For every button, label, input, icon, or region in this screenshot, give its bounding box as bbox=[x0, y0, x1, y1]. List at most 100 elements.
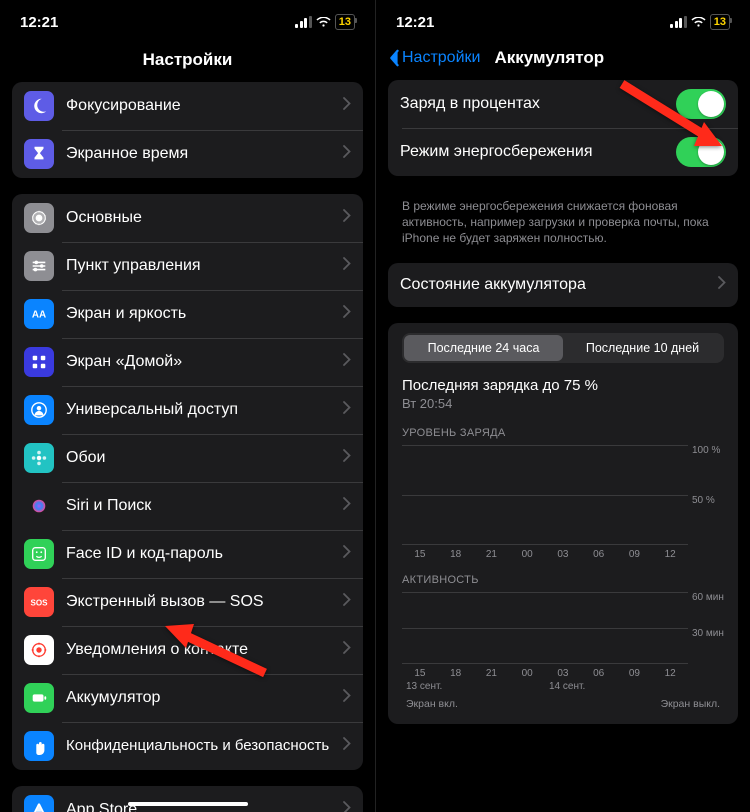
low-power-note: В режиме энергосбережения снижается фоно… bbox=[388, 192, 738, 263]
y-axis-labels: 100 %50 % bbox=[688, 445, 724, 545]
face-icon bbox=[24, 539, 54, 569]
settings-row-flower[interactable]: Обои bbox=[12, 434, 363, 482]
toggle-low-power-mode[interactable] bbox=[676, 137, 726, 167]
row-label: Основные bbox=[66, 208, 343, 228]
row-label: Конфиденциальность и безопасность bbox=[66, 737, 343, 756]
siri-icon bbox=[24, 491, 54, 521]
battery-icon: 13 bbox=[710, 14, 730, 30]
wifi-icon bbox=[691, 17, 706, 28]
settings-group-focus: Фокусирование Экранное время bbox=[12, 82, 363, 178]
settings-group-general: Основные Пункт управления AA Экран и яркост… bbox=[12, 194, 363, 770]
last-charge-time: Вт 20:54 bbox=[402, 396, 724, 411]
row-label: Уведомления о контакте bbox=[66, 640, 343, 660]
gear-icon bbox=[24, 203, 54, 233]
settings-row-face[interactable]: Face ID и код-пароль bbox=[12, 530, 363, 578]
battery-health-group: Состояние аккумулятора bbox=[388, 263, 738, 307]
settings-row-battery[interactable]: Аккумулятор bbox=[12, 674, 363, 722]
phone-battery: 12:21 13 Настройки Аккумулятор Заряд в п… bbox=[375, 0, 750, 812]
chevron-right-icon bbox=[343, 641, 351, 659]
chevron-right-icon bbox=[343, 801, 351, 812]
settings-row-moon[interactable]: Фокусирование bbox=[12, 82, 363, 130]
y-axis-labels: 60 мин30 мин bbox=[688, 592, 724, 664]
chevron-right-icon bbox=[343, 401, 351, 419]
settings-row-aa[interactable]: AA Экран и яркость bbox=[12, 290, 363, 338]
settings-row-person[interactable]: Универсальный доступ bbox=[12, 386, 363, 434]
x-axis-labels: 1518210003060912 bbox=[402, 549, 724, 560]
battery-icon bbox=[24, 683, 54, 713]
battery-icon: 13 bbox=[335, 14, 355, 30]
activity-legend: Экран вкл.Экран выкл. bbox=[402, 698, 724, 710]
moon-icon bbox=[24, 91, 54, 121]
row-label: Пункт управления bbox=[66, 256, 343, 276]
settings-row-siri[interactable]: Siri и Поиск bbox=[12, 482, 363, 530]
back-button[interactable]: Настройки bbox=[388, 49, 480, 67]
settings-row-gear[interactable]: Основные bbox=[12, 194, 363, 242]
status-icons: 13 bbox=[670, 14, 730, 30]
segment-control[interactable]: Последние 24 часа Последние 10 дней bbox=[402, 333, 724, 363]
flower-icon bbox=[24, 443, 54, 473]
settings-row-hand[interactable]: Конфиденциальность и безопасность bbox=[12, 722, 363, 770]
segment-24h[interactable]: Последние 24 часа bbox=[404, 335, 563, 361]
settings-row-sos[interactable]: SOS Экстренный вызов — SOS bbox=[12, 578, 363, 626]
chevron-right-icon bbox=[343, 145, 351, 163]
toggle-group: Заряд в процентах Режим энергосбережения bbox=[388, 80, 738, 176]
last-charge-headline: Последняя зарядка до 75 % bbox=[402, 377, 724, 394]
row-label: Аккумулятор bbox=[66, 688, 343, 708]
settings-row-exposure[interactable]: Уведомления о контакте bbox=[12, 626, 363, 674]
wifi-icon bbox=[316, 17, 331, 28]
x-axis-labels: 1518210003060912 bbox=[402, 668, 724, 679]
settings-list[interactable]: Фокусирование Экранное время Основные Пунк… bbox=[0, 82, 375, 812]
settings-row-appstore[interactable]: App Store bbox=[12, 786, 363, 812]
hand-icon bbox=[24, 731, 54, 761]
settings-group-appstore: App Store bbox=[12, 786, 363, 812]
person-icon bbox=[24, 395, 54, 425]
page-title: Аккумулятор bbox=[494, 48, 738, 68]
home-indicator[interactable] bbox=[128, 802, 248, 806]
settings-row-hourglass[interactable]: Экранное время bbox=[12, 130, 363, 178]
row-label: Экран и яркость bbox=[66, 304, 343, 324]
row-label: Экстренный вызов — SOS bbox=[66, 592, 343, 612]
signal-icon bbox=[670, 16, 687, 28]
sos-icon: SOS bbox=[24, 587, 54, 617]
chevron-right-icon bbox=[343, 689, 351, 707]
chevron-right-icon bbox=[343, 305, 351, 323]
chart-activity: АКТИВНОСТЬ 60 мин30 мин 1518210003060912… bbox=[402, 574, 724, 710]
svg-text:SOS: SOS bbox=[30, 599, 48, 608]
chevron-left-icon bbox=[388, 49, 400, 67]
chevron-right-icon bbox=[343, 737, 351, 755]
settings-row-sliders[interactable]: Пункт управления bbox=[12, 242, 363, 290]
segment-10d[interactable]: Последние 10 дней bbox=[563, 335, 722, 361]
phone-settings: 12:21 13 Настройки Фокусирование Экранное… bbox=[0, 0, 375, 812]
chevron-right-icon bbox=[343, 209, 351, 227]
grid-icon bbox=[24, 347, 54, 377]
chevron-right-icon bbox=[343, 353, 351, 371]
status-icons: 13 bbox=[295, 14, 355, 30]
row-battery-health[interactable]: Состояние аккумулятора bbox=[388, 263, 738, 307]
row-low-power-mode[interactable]: Режим энергосбережения bbox=[388, 128, 738, 176]
row-battery-percentage[interactable]: Заряд в процентах bbox=[388, 80, 738, 128]
usage-card: Последние 24 часа Последние 10 дней Посл… bbox=[388, 323, 738, 724]
row-label: Экран «Домой» bbox=[66, 352, 343, 372]
settings-row-grid[interactable]: Экран «Домой» bbox=[12, 338, 363, 386]
aa-icon: AA bbox=[24, 299, 54, 329]
row-label: Face ID и код-пароль bbox=[66, 544, 343, 564]
nav-header: Настройки Аккумулятор bbox=[376, 40, 750, 80]
chart-battery-level: УРОВЕНЬ ЗАРЯДА 100 %50 % 151821000306091… bbox=[402, 427, 724, 560]
exposure-icon bbox=[24, 635, 54, 665]
appstore-icon bbox=[24, 795, 54, 812]
battery-content[interactable]: Заряд в процентах Режим энергосбережения… bbox=[376, 80, 750, 760]
page-title: Настройки bbox=[0, 40, 375, 82]
chevron-right-icon bbox=[718, 276, 726, 294]
row-label: Экранное время bbox=[66, 144, 343, 164]
date-labels: 13 сент.14 сент. bbox=[402, 681, 724, 692]
sliders-icon bbox=[24, 251, 54, 281]
row-label: Обои bbox=[66, 448, 343, 468]
chevron-right-icon bbox=[343, 497, 351, 515]
status-bar-left: 12:21 13 bbox=[0, 0, 375, 40]
toggle-battery-percentage[interactable] bbox=[676, 89, 726, 119]
row-label: Siri и Поиск bbox=[66, 496, 343, 516]
row-label: Фокусирование bbox=[66, 96, 343, 116]
status-time: 12:21 bbox=[396, 14, 434, 31]
status-time: 12:21 bbox=[20, 14, 58, 31]
status-bar-right: 12:21 13 bbox=[376, 0, 750, 40]
